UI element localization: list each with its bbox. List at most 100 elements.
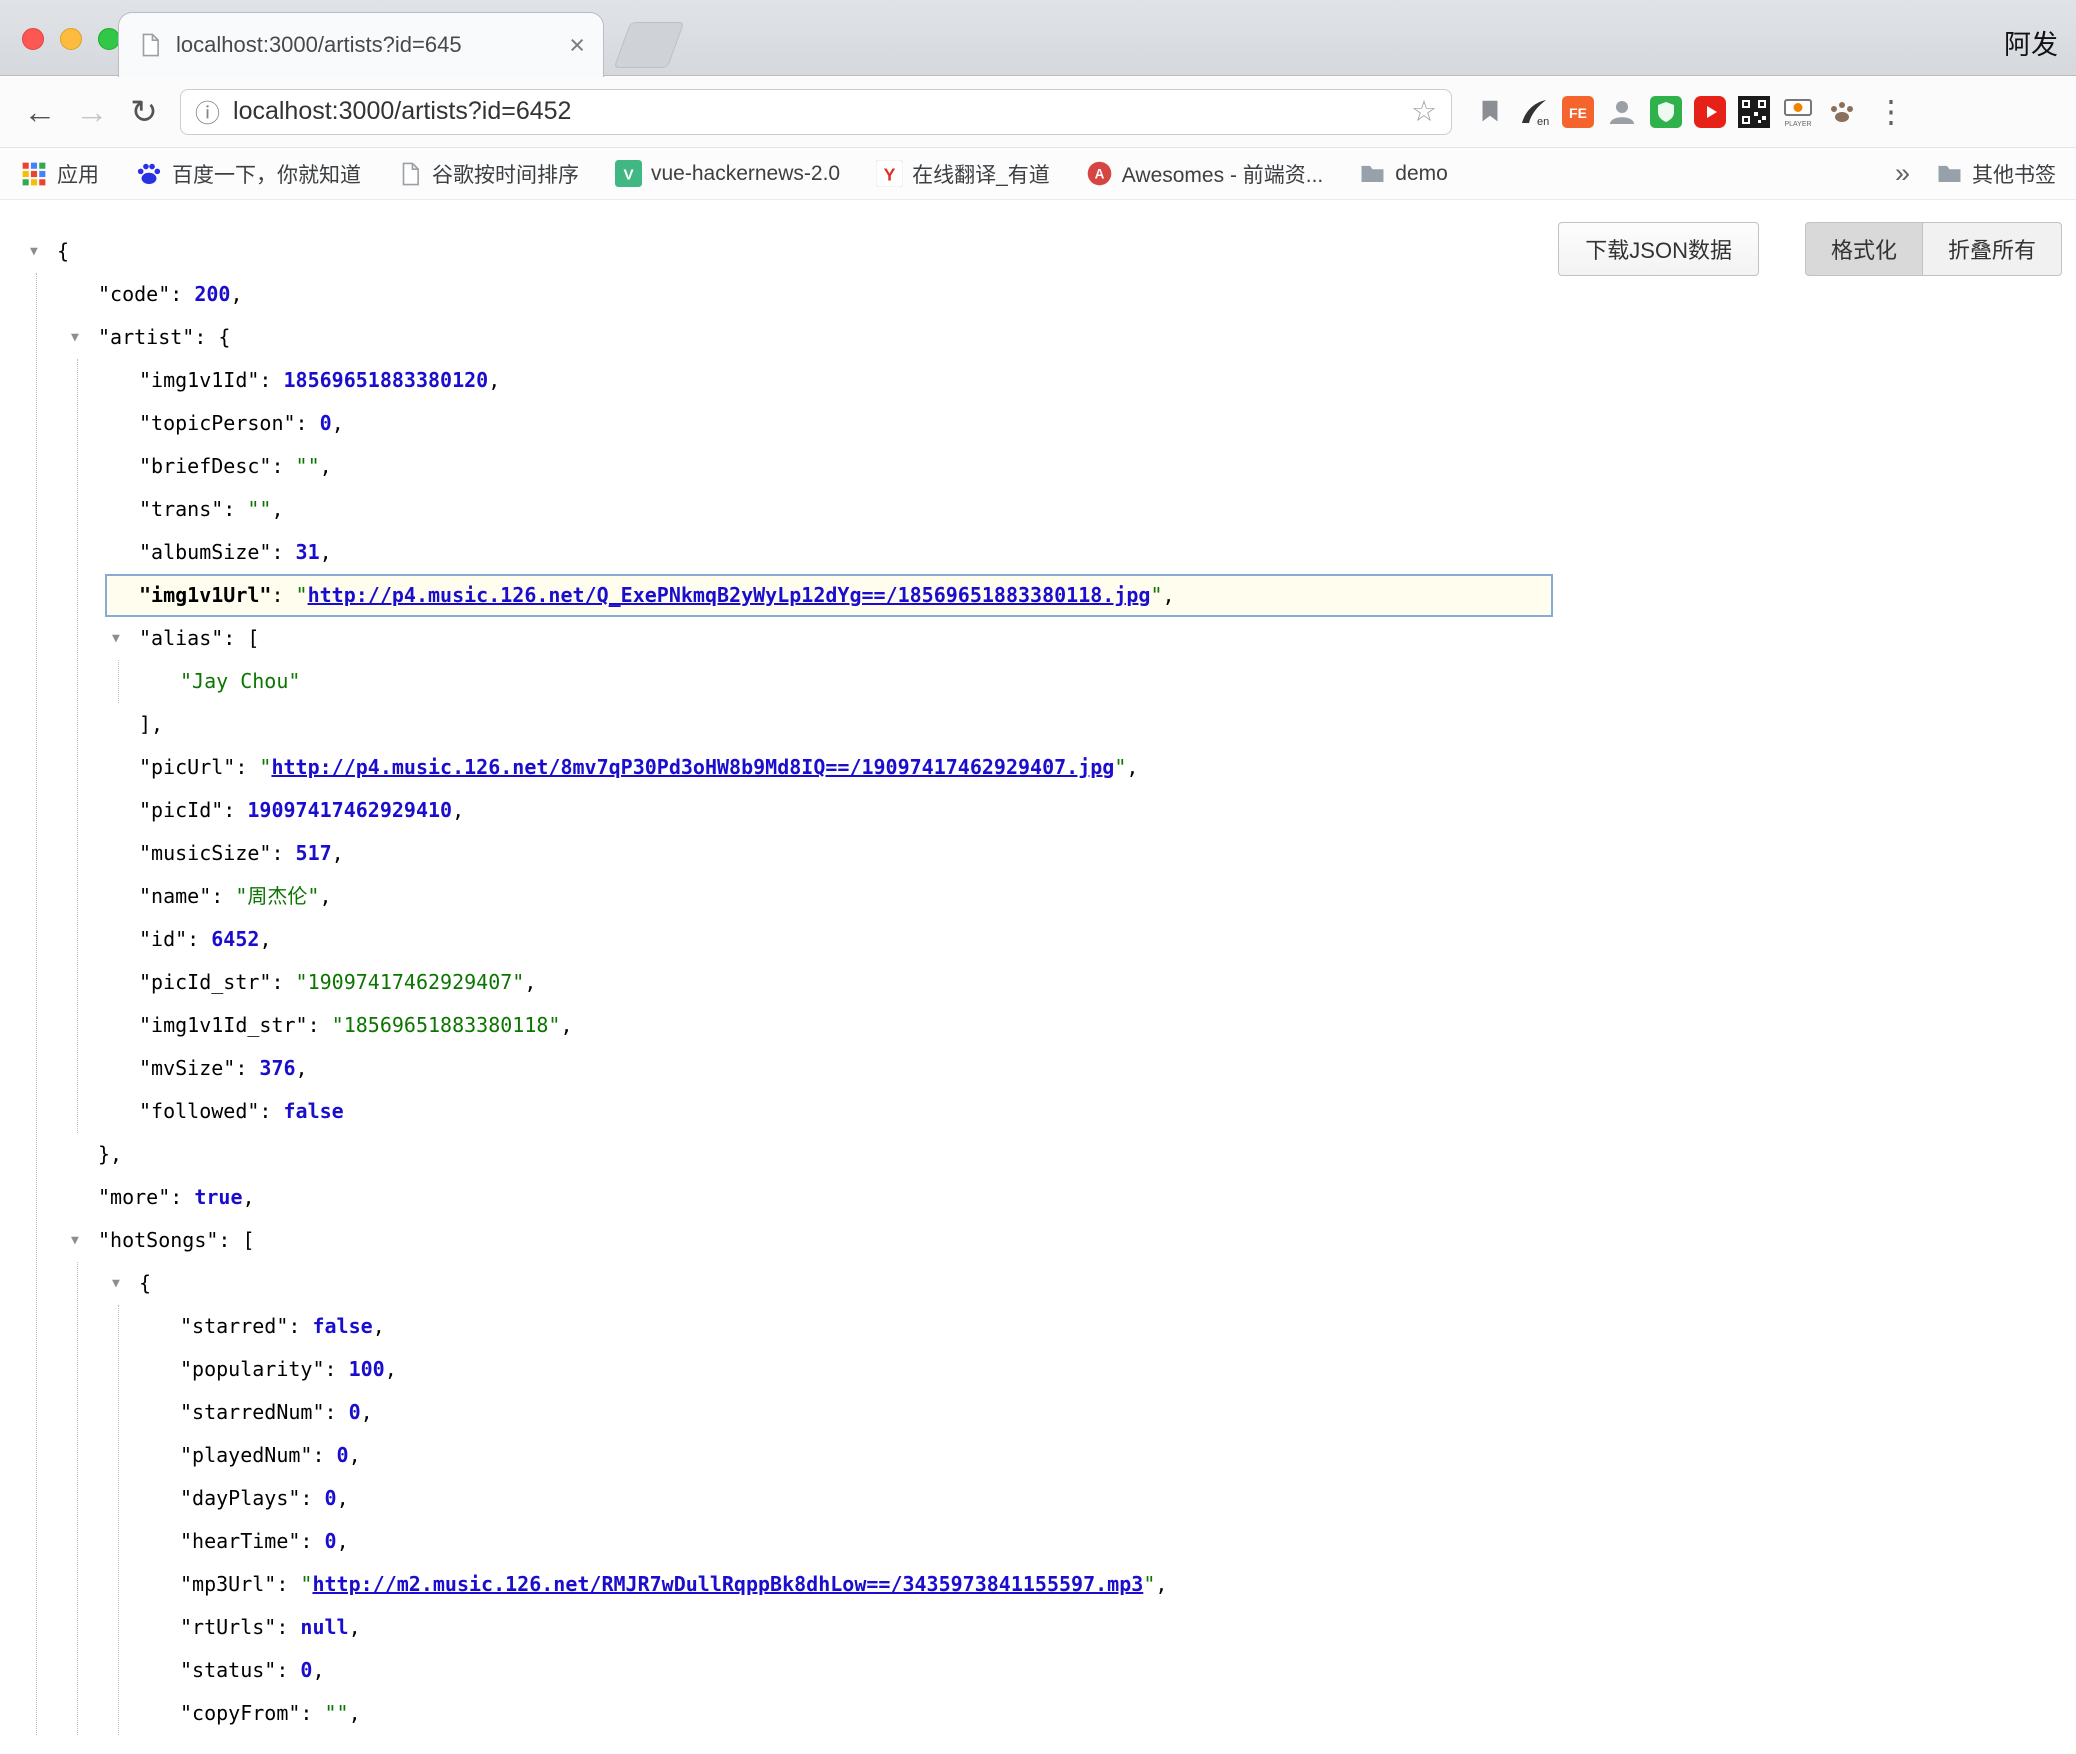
json-token: "topicPerson" xyxy=(139,411,296,435)
collapse-triangle-icon[interactable]: ▼ xyxy=(71,316,79,359)
json-token: 0 xyxy=(300,1658,312,1682)
profile-name[interactable]: 阿发 xyxy=(2004,23,2058,62)
url-input[interactable]: localhost:3000/artists?id=6452 xyxy=(233,97,1398,126)
json-token: : xyxy=(312,1443,336,1467)
format-button[interactable]: 格式化 xyxy=(1805,222,1922,276)
json-token: 31 xyxy=(296,540,320,564)
bookmark-label: 在线翻译_有道 xyxy=(912,159,1050,189)
json-line: "briefDesc": "", xyxy=(0,445,2076,488)
collapse-triangle-icon[interactable]: ▼ xyxy=(112,617,120,660)
json-token: " xyxy=(1114,755,1126,779)
json-token: "19097417462929407" xyxy=(296,970,525,994)
json-token: : xyxy=(271,540,295,564)
window-close-button[interactable] xyxy=(22,28,44,50)
json-token: "alias" xyxy=(139,626,223,650)
json-token: "picId_str" xyxy=(139,970,271,994)
forward-button[interactable]: → xyxy=(66,93,118,131)
profile-extension-icon[interactable] xyxy=(1604,94,1639,129)
json-token: "status" xyxy=(180,1658,276,1682)
json-token: , xyxy=(243,1185,255,1209)
json-token: 0 xyxy=(349,1400,361,1424)
browser-tab[interactable]: localhost:3000/artists?id=645 × xyxy=(118,12,604,77)
page-info-icon[interactable]: ⓘ xyxy=(195,94,220,130)
tab-close-icon[interactable]: × xyxy=(569,32,585,59)
bookmark-label: 应用 xyxy=(57,159,99,189)
browser-window: localhost:3000/artists?id=645 × 阿发 ← → ↻… xyxy=(0,0,2076,1754)
bookmark-youdao-translate[interactable]: Y 在线翻译_有道 xyxy=(876,159,1050,189)
window-zoom-button[interactable] xyxy=(98,28,120,50)
json-token: , xyxy=(320,540,332,564)
json-line: "picId": 19097417462929410, xyxy=(0,789,2076,832)
bookmark-apps[interactable]: 应用 xyxy=(20,159,99,189)
view-mode-segment: 格式化 折叠所有 xyxy=(1805,222,2062,276)
json-token: "picUrl" xyxy=(139,755,235,779)
json-token: , xyxy=(319,884,331,908)
json-line: "rtUrls": null, xyxy=(0,1606,2076,1649)
tree-guide-line xyxy=(36,273,37,1735)
bookmark-google-sort[interactable]: 谷歌按时间排序 xyxy=(397,159,579,189)
json-line: "copyFrom": "", xyxy=(0,1692,2076,1735)
translate-label: en xyxy=(1537,116,1549,128)
bookmarks-overflow-chevron-icon[interactable]: » xyxy=(1895,158,1910,189)
json-line: "hearTime": 0, xyxy=(0,1520,2076,1563)
paw-extension-icon[interactable] xyxy=(1824,94,1859,129)
json-token: "18569651883380118" xyxy=(332,1013,561,1037)
json-token: : xyxy=(271,583,295,607)
json-line: }, xyxy=(0,1133,2076,1176)
json-token: null xyxy=(300,1615,348,1639)
extension-icons: en FE PLAYER xyxy=(1472,94,1859,129)
collapse-triangle-icon[interactable]: ▼ xyxy=(71,1219,79,1262)
json-token: : xyxy=(235,755,259,779)
new-tab-button[interactable] xyxy=(614,22,685,68)
json-url-link[interactable]: http://p4.music.126.net/8mv7qP30Pd3oHW8b… xyxy=(271,755,1114,779)
apps-grid-icon xyxy=(20,160,48,188)
fe-extension-icon[interactable]: FE xyxy=(1560,94,1595,129)
browser-menu-icon[interactable]: ⋮ xyxy=(1875,94,1907,130)
bookmark-demo-folder[interactable]: demo xyxy=(1359,160,1448,187)
flag-extension-icon[interactable] xyxy=(1472,94,1507,129)
reload-button[interactable]: ↻ xyxy=(118,92,170,131)
json-token: : xyxy=(223,798,247,822)
window-controls xyxy=(22,28,120,50)
svg-text:Y: Y xyxy=(884,164,896,184)
bookmark-baidu[interactable]: 百度一下，你就知道 xyxy=(135,159,361,189)
json-line: "Jay Chou" xyxy=(0,660,2076,703)
tree-guide-line xyxy=(77,359,78,1133)
folder-icon xyxy=(1359,160,1386,187)
json-token: "id" xyxy=(139,927,187,951)
window-minimize-button[interactable] xyxy=(60,28,82,50)
json-token: , xyxy=(332,411,344,435)
json-token: "" xyxy=(247,497,271,521)
json-url-link[interactable]: http://p4.music.126.net/Q_ExePNkmqB2yWyL… xyxy=(308,583,1151,607)
bookmark-vue-hackernews[interactable]: V vue-hackernews-2.0 xyxy=(615,160,840,187)
json-line: "mp3Url": "http://m2.music.126.net/RMJR7… xyxy=(0,1563,2076,1606)
shield-extension-icon[interactable] xyxy=(1648,94,1683,129)
json-token: }, xyxy=(98,1142,122,1166)
json-line: "name": "周杰伦", xyxy=(0,875,2076,918)
json-token: "Jay Chou" xyxy=(180,669,300,693)
bookmark-awesomes[interactable]: A Awesomes - 前端资... xyxy=(1086,159,1324,189)
translate-extension-icon[interactable]: en xyxy=(1516,94,1551,129)
tree-guide-line xyxy=(118,1305,119,1735)
json-token: : xyxy=(271,970,295,994)
bookmark-star-icon[interactable]: ☆ xyxy=(1411,94,1437,129)
collapse-triangle-icon[interactable]: ▼ xyxy=(30,230,38,273)
json-token: "copyFrom" xyxy=(180,1701,300,1725)
qr-code-extension-icon[interactable] xyxy=(1736,94,1771,129)
vue-icon: V xyxy=(615,160,642,187)
url-bar[interactable]: ⓘ localhost:3000/artists?id=6452 ☆ xyxy=(180,89,1452,135)
other-bookmarks-folder[interactable]: 其他书签 xyxy=(1936,159,2056,189)
json-token: , xyxy=(1155,1572,1167,1596)
youtube-extension-icon[interactable] xyxy=(1692,94,1727,129)
back-button[interactable]: ← xyxy=(14,93,66,131)
collapse-triangle-icon[interactable]: ▼ xyxy=(112,1262,120,1305)
bookmark-label: vue-hackernews-2.0 xyxy=(651,162,840,186)
json-token: , xyxy=(332,841,344,865)
download-json-button[interactable]: 下载JSON数据 xyxy=(1558,222,1759,276)
bookmark-label: 谷歌按时间排序 xyxy=(432,159,579,189)
collapse-all-button[interactable]: 折叠所有 xyxy=(1922,222,2062,276)
player-extension-icon[interactable]: PLAYER xyxy=(1780,94,1815,129)
youdao-icon: Y xyxy=(876,160,903,187)
json-token: 6452 xyxy=(211,927,259,951)
json-url-link[interactable]: http://m2.music.126.net/RMJR7wDullRqppBk… xyxy=(312,1572,1143,1596)
